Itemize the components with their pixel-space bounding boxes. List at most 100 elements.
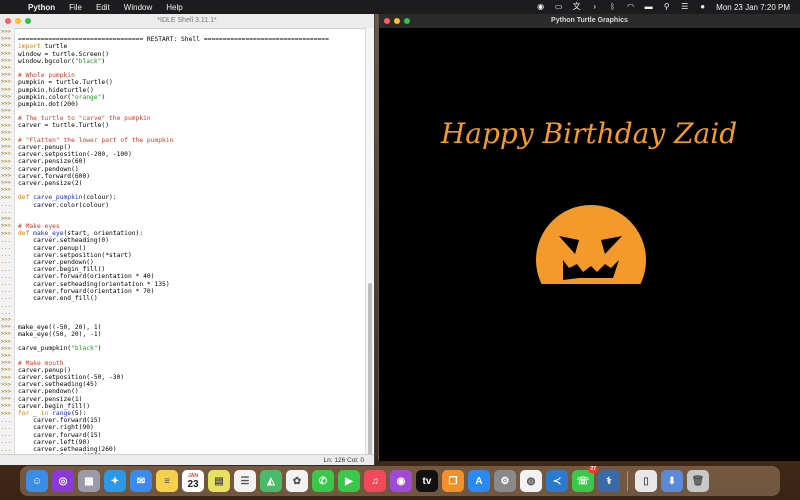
wifi-icon[interactable]: ◠ [626, 3, 635, 11]
shell-prompt: >>> [1, 345, 11, 352]
code-line: carver.right(90) [18, 424, 94, 432]
reminders-icon[interactable]: ☰ [234, 470, 256, 492]
code-line: carver.color(colour) [18, 201, 109, 209]
minimize-button[interactable] [15, 18, 21, 24]
shell-code[interactable]: ================================= RESTAR… [18, 29, 362, 454]
shell-prompt: >>> [1, 122, 11, 129]
shell-prompt: ... [1, 209, 11, 215]
safari-icon[interactable]: ✦ [104, 470, 126, 492]
code-line: # "Flatten" the lower part of the pumpki… [18, 136, 174, 144]
turtle-zoom-button[interactable] [404, 18, 410, 24]
podcasts-icon[interactable]: ◉ [390, 470, 412, 492]
chevron-icon[interactable]: › [590, 3, 599, 11]
appstore-icon[interactable]: A [468, 470, 490, 492]
stickies-icon[interactable]: ▤ [208, 470, 230, 492]
dock-separator [627, 471, 628, 491]
code-line: def carve_pumpkin(colour): [18, 194, 117, 202]
turtle-titlebar[interactable]: Python Turtle Graphics [379, 14, 800, 28]
code-line: carver.forward(15) [18, 431, 102, 439]
code-line: carver.begin_fill() [18, 266, 106, 274]
scrollbar-thumb[interactable] [368, 283, 372, 454]
shell-prompt: >>> [1, 79, 11, 86]
shell-prompt: >>> [1, 194, 11, 201]
code-line: pumpkin = turtle.Turtle() [18, 79, 113, 87]
code-line: # Whole pumpkin [18, 72, 75, 80]
vscode-icon[interactable]: ≺ [546, 470, 568, 492]
shell-prompt: ... [1, 281, 11, 287]
downloads-icon[interactable]: ⬇ [661, 470, 683, 492]
finder-icon[interactable]: ☺ [26, 470, 48, 492]
code-line: carver.left(90) [18, 438, 91, 446]
siri-menubar-icon[interactable]: ● [698, 3, 707, 11]
menu-app-name[interactable]: Python [28, 3, 55, 12]
turtle-minimize-button[interactable] [394, 18, 400, 24]
zoom-button[interactable] [25, 18, 31, 24]
menu-window[interactable]: Window [124, 3, 152, 12]
shell-prompt: >>> [1, 115, 11, 122]
books-icon[interactable]: ❒ [442, 470, 464, 492]
shell-prompt: >>> [1, 180, 11, 187]
shell-prompt: >>> [1, 381, 11, 388]
code-line: carver.forward(orientation * 70) [18, 287, 155, 295]
close-button[interactable] [5, 18, 11, 24]
turtle-close-button[interactable] [384, 18, 390, 24]
calendar-icon[interactable]: JAN 23 [182, 470, 204, 492]
mail-icon[interactable]: ✉ [130, 470, 152, 492]
pumpkin-flattened-base [519, 284, 669, 324]
cast-icon[interactable]: ▭ [554, 3, 563, 11]
shell-prompt: >>> [1, 36, 11, 43]
code-line: pumpkin.dot(200) [18, 100, 79, 108]
menu-help[interactable]: Help [166, 3, 182, 12]
code-line: carver.forward(15) [18, 417, 102, 425]
menu-file[interactable]: File [69, 3, 82, 12]
shell-prompt: ... [1, 245, 11, 251]
trash-icon[interactable]: 🗑 [687, 470, 709, 492]
shell-prompt: >>> [1, 360, 11, 367]
code-line: carver = turtle.Turtle() [18, 122, 109, 130]
idle-titlebar[interactable]: *IDLE Shell 3.11.1* [0, 14, 374, 29]
shell-editor[interactable]: >>> >>> >>> >>> >>> >>> >>> >>> >>> >>> >>> >>> >>> >… [0, 28, 374, 454]
code-line: carver.setheading(0) [18, 237, 109, 245]
menu-datetime[interactable]: Mon 23 Jan 7:20 PM [716, 3, 790, 12]
shell-prompt: ... [1, 273, 11, 280]
whatsapp-icon[interactable]: ☏ 27 [572, 466, 598, 492]
document-icon[interactable]: ▯ [635, 470, 657, 492]
launchpad-icon[interactable]: ▦ [78, 470, 100, 492]
vertical-scrollbar[interactable] [365, 28, 374, 454]
facetime-icon[interactable]: ▶ [338, 470, 360, 492]
shell-prompt: ... [1, 288, 11, 295]
shell-prompt: ... [1, 439, 11, 445]
appletv-icon[interactable]: tv [416, 470, 438, 492]
battery-icon[interactable]: ▬ [644, 3, 653, 11]
code-line: carver.penup() [18, 144, 72, 151]
shell-prompt: >>> [1, 57, 11, 64]
shell-prompt: >>> [1, 158, 11, 165]
siri-icon[interactable]: ◎ [52, 470, 74, 492]
shell-prompt: >>> [1, 396, 11, 403]
shell-prompt: >>> [1, 338, 11, 345]
notes-icon[interactable]: ≡ [156, 470, 178, 492]
shell-prompt: >>> [1, 151, 11, 158]
settings-icon[interactable]: ⚙ [494, 470, 516, 492]
code-line: pumpkin.hideturtle() [18, 86, 94, 94]
photos-icon[interactable]: ✿ [286, 470, 308, 492]
translate-icon[interactable]: 文 [572, 3, 581, 11]
turtle-canvas[interactable]: Happy Birthday Zaid [379, 28, 800, 461]
chrome-icon[interactable]: ◍ [520, 470, 542, 492]
menu-edit[interactable]: Edit [96, 3, 110, 12]
control-center-icon[interactable]: ☰ [680, 3, 689, 11]
python-icon[interactable]: ⚕ [598, 470, 620, 492]
messages-icon[interactable]: ✆ [312, 470, 334, 492]
bluetooth-icon[interactable]: ᛒ [608, 3, 617, 11]
shell-prompt: >>> [1, 65, 11, 71]
search-icon[interactable]: ⚲ [662, 3, 671, 11]
creative-cloud-icon[interactable]: ◉ [536, 3, 545, 11]
shell-prompt: ... [1, 259, 11, 266]
maps-icon[interactable]: ◭ [260, 470, 282, 492]
music-icon[interactable]: ♫ [364, 470, 386, 492]
